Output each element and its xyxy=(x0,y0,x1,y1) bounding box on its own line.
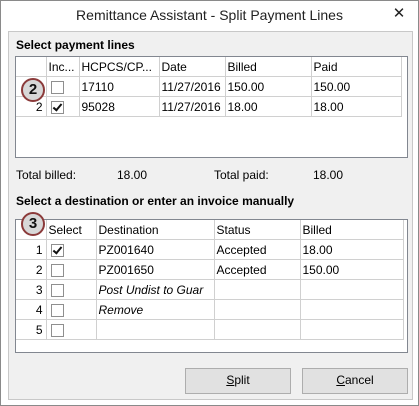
row-number: 1 xyxy=(16,239,47,260)
status-cell: Accepted xyxy=(214,239,301,260)
select-cell xyxy=(46,279,97,300)
col-header-billed[interactable]: Billed xyxy=(225,57,312,77)
date-cell: 11/27/2016 xyxy=(159,96,226,117)
step-badge-3: 3 xyxy=(21,212,45,236)
billed-cell xyxy=(300,319,404,340)
hcpcs-cell: 95028 xyxy=(79,96,160,117)
window-title: Remittance Assistant - Split Payment Lin… xyxy=(76,7,343,23)
dialog-window: Remittance Assistant - Split Payment Lin… xyxy=(0,0,419,406)
col-header-paid[interactable]: Paid xyxy=(311,57,402,77)
select-checkbox[interactable] xyxy=(50,243,64,257)
status-cell: Accepted xyxy=(214,259,301,280)
total-billed-value: 18.00 xyxy=(117,168,148,182)
include-cell xyxy=(46,96,80,117)
cancel-label: ancel xyxy=(344,373,374,387)
close-icon: ✕ xyxy=(392,5,406,22)
col-header-destination[interactable]: Destination xyxy=(96,220,215,240)
title-bar: Remittance Assistant - Split Payment Lin… xyxy=(1,1,418,29)
table-row[interactable]: 3 Post Undist to Guar xyxy=(16,279,404,300)
col-header-hcpcs[interactable]: HCPCS/CP... xyxy=(79,57,160,77)
destination-table: Select Destination Status Billed 1 PZ001… xyxy=(16,220,404,340)
billed-cell: 150.00 xyxy=(300,259,404,280)
col-header-billed[interactable]: Billed xyxy=(300,220,404,240)
status-cell xyxy=(214,279,301,300)
table-row[interactable]: 2 95028 11/27/2016 18.00 18.00 xyxy=(16,96,402,117)
billed-cell xyxy=(300,279,404,300)
status-cell xyxy=(214,319,301,340)
select-checkbox[interactable] xyxy=(50,303,64,317)
include-checkbox[interactable] xyxy=(50,80,64,94)
total-billed-label: Total billed: xyxy=(16,168,77,182)
table-row[interactable]: 17110 11/27/2016 150.00 150.00 xyxy=(16,76,402,97)
status-cell xyxy=(214,299,301,320)
row-number: 2 xyxy=(16,259,47,280)
step-badge-2: 2 xyxy=(21,78,45,102)
destination-header-row: Select Destination Status Billed xyxy=(16,220,404,240)
table-row[interactable]: 1 PZ001640 Accepted 18.00 xyxy=(16,239,404,260)
select-cell xyxy=(46,239,97,260)
row-header-corner xyxy=(16,57,47,77)
split-button[interactable]: Split xyxy=(185,368,291,394)
payment-lines-grid: Inc... HCPCS/CP... Date Billed Paid 1711… xyxy=(15,56,408,158)
select-cell xyxy=(46,259,97,280)
payment-lines-heading: Select payment lines xyxy=(16,38,135,52)
include-checkbox[interactable] xyxy=(50,100,64,114)
billed-cell: 18.00 xyxy=(225,96,312,117)
total-paid-value: 18.00 xyxy=(313,168,344,182)
col-header-include[interactable]: Inc... xyxy=(46,57,80,77)
destination-cell xyxy=(96,319,215,340)
cancel-mnemonic: C xyxy=(336,373,345,387)
select-checkbox[interactable] xyxy=(50,323,64,337)
dialog-body: Select payment lines Inc... HCPCS/CP... … xyxy=(8,31,413,400)
cancel-button[interactable]: Cancel xyxy=(302,368,408,394)
row-number: 3 xyxy=(16,279,47,300)
destination-cell: PZ001650 xyxy=(96,259,215,280)
destination-cell: PZ001640 xyxy=(96,239,215,260)
select-cell xyxy=(46,319,97,340)
destination-grid: Select Destination Status Billed 1 PZ001… xyxy=(15,219,408,353)
billed-cell: 150.00 xyxy=(225,76,312,97)
split-label: plit xyxy=(234,373,250,387)
select-checkbox[interactable] xyxy=(50,263,64,277)
select-cell xyxy=(46,299,97,320)
include-cell xyxy=(46,76,80,97)
row-number: 4 xyxy=(16,299,47,320)
total-paid-label: Total paid: xyxy=(214,168,269,182)
destination-cell: Post Undist to Guar xyxy=(96,279,215,300)
col-header-date[interactable]: Date xyxy=(159,57,226,77)
payment-lines-header-row: Inc... HCPCS/CP... Date Billed Paid xyxy=(16,57,402,77)
hcpcs-cell: 17110 xyxy=(79,76,160,97)
billed-cell: 18.00 xyxy=(300,239,404,260)
col-header-select[interactable]: Select xyxy=(46,220,97,240)
table-row[interactable]: 5 xyxy=(16,319,404,340)
col-header-status[interactable]: Status xyxy=(214,220,301,240)
destination-heading: Select a destination or enter an invoice… xyxy=(16,194,295,208)
table-row[interactable]: 4 Remove xyxy=(16,299,404,320)
select-checkbox[interactable] xyxy=(50,283,64,297)
paid-cell: 150.00 xyxy=(311,76,402,97)
row-number: 5 xyxy=(16,319,47,340)
payment-lines-table: Inc... HCPCS/CP... Date Billed Paid 1711… xyxy=(16,57,402,117)
destination-cell: Remove xyxy=(96,299,215,320)
billed-cell xyxy=(300,299,404,320)
table-row[interactable]: 2 PZ001650 Accepted 150.00 xyxy=(16,259,404,280)
date-cell: 11/27/2016 xyxy=(159,76,226,97)
close-button[interactable]: ✕ xyxy=(388,4,410,24)
paid-cell: 18.00 xyxy=(311,96,402,117)
